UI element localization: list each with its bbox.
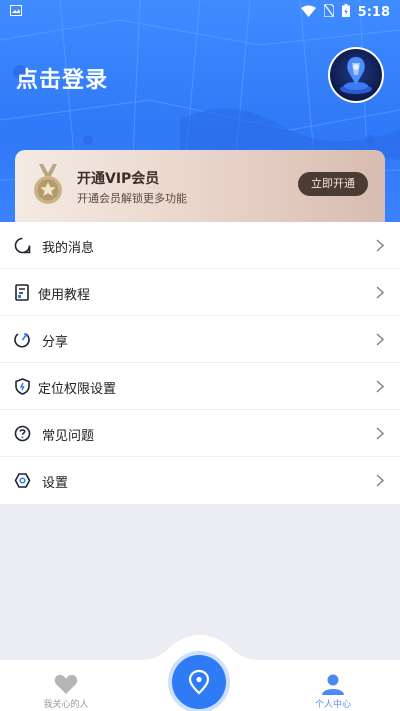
profile-header: 5:18 点击登录 开通VIP会员 开通会员解锁更多功能 立即开通 — [0, 0, 400, 222]
avatar[interactable] — [328, 47, 384, 103]
menu-item-label: 使用教程 — [38, 288, 91, 303]
message-icon — [14, 237, 31, 254]
status-time: 5:18 — [357, 5, 390, 20]
menu-item-settings[interactable]: 设置 — [0, 457, 400, 504]
menu-item-label: 我的消息 — [42, 241, 95, 256]
menu-item-faq[interactable]: 常见问题 — [0, 410, 400, 457]
settings-menu: 我的消息 使用教程 分享 定位权限设置 常见问题 设置 — [0, 222, 400, 504]
image-notification-icon — [10, 5, 22, 20]
chevron-right-icon — [376, 239, 384, 252]
menu-item-label: 分享 — [42, 335, 69, 350]
chevron-right-icon — [376, 474, 384, 487]
shield-icon — [15, 378, 30, 395]
medal-icon — [34, 164, 62, 204]
wifi-icon — [300, 5, 316, 21]
menu-item-share[interactable]: 分享 — [0, 316, 400, 363]
no-sim-icon — [323, 3, 335, 21]
share-icon — [14, 333, 30, 348]
login-link[interactable]: 点击登录 — [16, 62, 108, 94]
menu-item-label: 设置 — [42, 476, 69, 491]
menu-item-label: 常见问题 — [42, 429, 95, 444]
chevron-right-icon — [376, 333, 384, 346]
locate-button[interactable] — [172, 655, 226, 709]
menu-item-label: 定位权限设置 — [38, 382, 117, 397]
vip-subtitle: 开通会员解锁更多功能 — [77, 192, 187, 205]
tutorial-icon — [15, 284, 29, 301]
menu-item-tutorial[interactable]: 使用教程 — [0, 269, 400, 316]
gear-icon — [14, 473, 31, 488]
status-bar: 5:18 — [0, 0, 400, 24]
user-icon — [322, 674, 344, 695]
menu-item-location-permission[interactable]: 定位权限设置 — [0, 363, 400, 410]
avatar-logo-icon — [340, 57, 372, 94]
battery-icon — [341, 4, 350, 21]
menu-item-messages[interactable]: 我的消息 — [0, 222, 400, 269]
question-icon — [14, 425, 31, 442]
vip-card[interactable]: 开通VIP会员 开通会员解锁更多功能 立即开通 — [15, 150, 385, 222]
nav-item-profile[interactable]: 个人中心 — [283, 660, 383, 711]
nav-label: 我关心的人 — [43, 700, 89, 710]
vip-title: 开通VIP会员 — [77, 171, 160, 187]
open-vip-button[interactable]: 立即开通 — [298, 172, 368, 196]
chevron-right-icon — [376, 427, 384, 440]
chevron-right-icon — [376, 286, 384, 299]
nav-item-my-people[interactable]: 我关心的人 — [16, 660, 116, 711]
nav-label: 个人中心 — [314, 700, 351, 710]
chevron-right-icon — [376, 380, 384, 393]
heart-icon — [54, 674, 78, 694]
location-pin-icon — [188, 669, 210, 695]
